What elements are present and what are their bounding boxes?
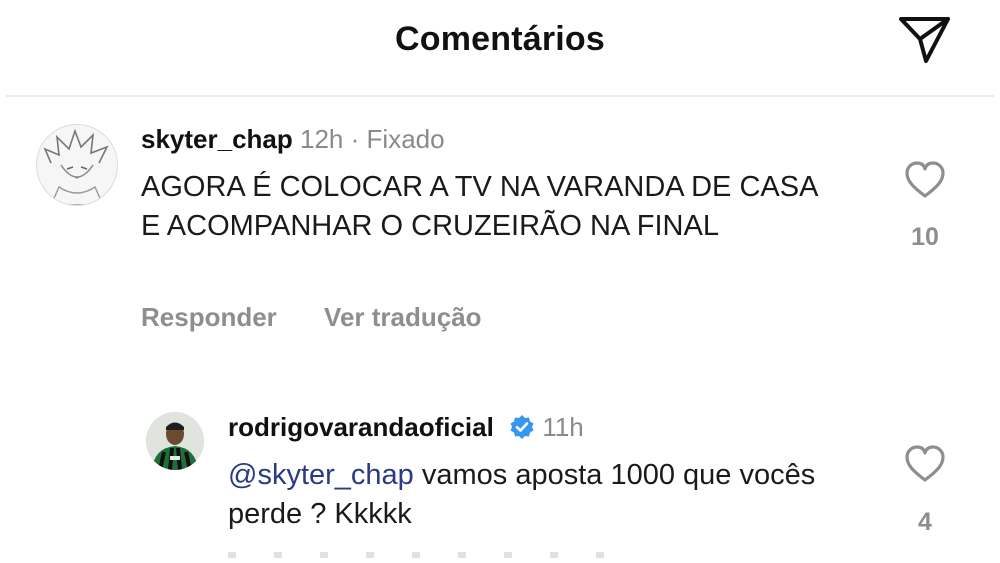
- player-avatar-icon[interactable]: [146, 412, 204, 470]
- comment-username[interactable]: skyter_chap: [141, 124, 293, 154]
- clipped-next-row: [228, 552, 608, 558]
- comment-username[interactable]: rodrigovarandaoficial: [228, 412, 494, 442]
- comment-actions: Responder Ver tradução: [141, 302, 482, 333]
- like-count: 4: [918, 508, 932, 536]
- page-title: Comentários: [394, 20, 606, 58]
- pinned-label: Fixado: [366, 124, 445, 154]
- translate-button[interactable]: Ver tradução: [324, 302, 482, 332]
- heart-icon[interactable]: [903, 444, 947, 484]
- mention-link[interactable]: @skyter_chap: [228, 459, 414, 491]
- header: Comentários: [0, 0, 1000, 96]
- verified-badge-icon: [509, 414, 535, 447]
- like-count: 10: [911, 223, 939, 251]
- comment-time: 12h: [300, 124, 344, 154]
- reply-button[interactable]: Responder: [141, 302, 277, 332]
- comment-meta: rodrigovarandaoficial 11h: [228, 412, 584, 447]
- meta-separator: ·: [350, 124, 360, 154]
- heart-icon[interactable]: [903, 160, 947, 200]
- comment-time: 11h: [542, 412, 584, 442]
- comment-meta: skyter_chap 12h · Fixado: [141, 124, 445, 155]
- sketch-avatar-icon[interactable]: [36, 124, 118, 206]
- comment-text: @skyter_chap vamos aposta 1000 que vocês…: [228, 456, 868, 534]
- header-divider: [6, 95, 994, 97]
- comment-text: AGORA É COLOCAR A TV NA VARANDA DE CASA …: [141, 171, 817, 242]
- send-icon[interactable]: [896, 13, 954, 67]
